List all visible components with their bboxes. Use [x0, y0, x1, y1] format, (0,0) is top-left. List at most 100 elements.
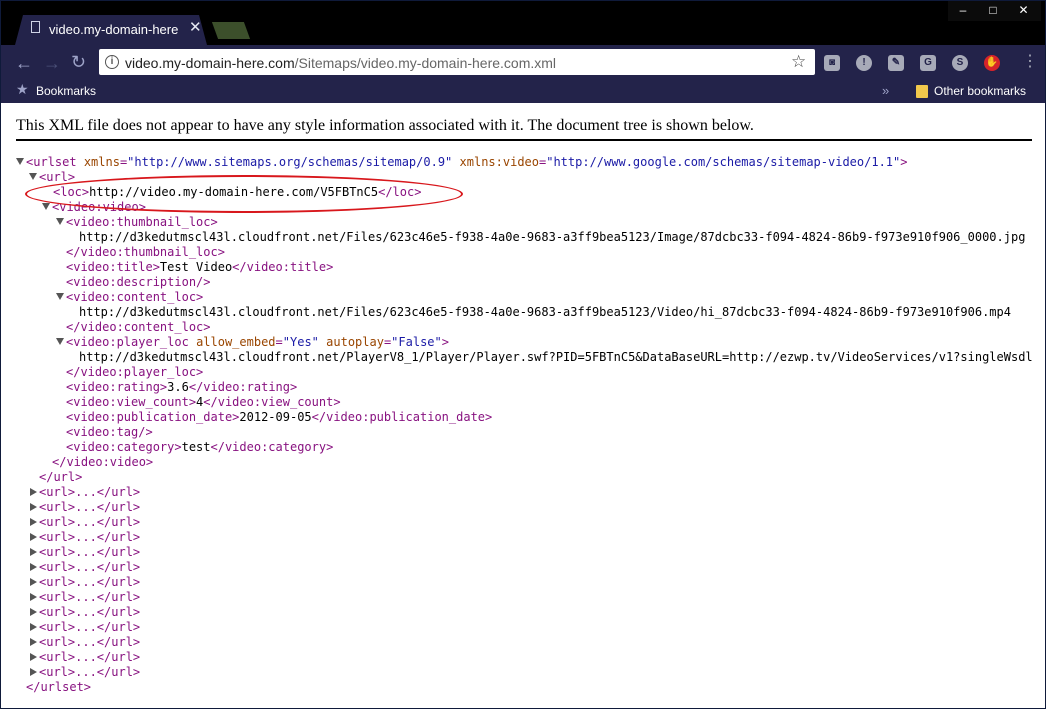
- url-text[interactable]: video.my-domain-here.com/Sitemaps/video.…: [125, 55, 556, 71]
- collapse-urlset-toggle[interactable]: [16, 158, 24, 165]
- xml-player-value: http://d3kedutmscl43l.cloudfront.net/Pla…: [79, 350, 1033, 364]
- close-window-button[interactable]: ✕: [1006, 1, 1041, 21]
- tag: <video:publication_date>: [66, 410, 240, 424]
- bookmarks-star-icon: ★: [16, 81, 29, 97]
- xml-collapsed-url: <url>...</url>: [39, 635, 141, 649]
- attr-value: "False": [391, 335, 442, 349]
- xml-description: <video:description/>: [66, 275, 211, 289]
- menu-icon[interactable]: ⋮: [1022, 53, 1038, 71]
- tab-close-icon[interactable]: ✕: [189, 20, 202, 35]
- xml-collapsed-url: <url>...</url>: [39, 500, 141, 514]
- tag: <video:category>: [66, 440, 182, 454]
- xml-player-close: </video:player_loc>: [66, 365, 204, 379]
- xml-player-open: <video:player_loc allow_embed="Yes" auto…: [66, 335, 449, 349]
- bookmark-star-icon[interactable]: ☆: [791, 52, 806, 72]
- xml-collapsed-url: <url>...</url>: [39, 530, 141, 544]
- reload-icon[interactable]: ↻: [71, 53, 86, 71]
- folder-icon: [916, 85, 928, 98]
- g-ext-icon[interactable]: G: [920, 55, 936, 71]
- attr-value: "http://www.sitemaps.org/schemas/sitemap…: [127, 155, 453, 169]
- red-highlight-ellipse: [25, 175, 463, 213]
- skype-icon[interactable]: S: [952, 55, 968, 71]
- xml-view-count-line: <video:view_count>4</video:view_count>: [66, 395, 341, 410]
- bookmarks-button[interactable]: Bookmarks: [36, 84, 96, 98]
- category-value: test: [181, 440, 211, 454]
- expand-url-toggle[interactable]: [30, 563, 37, 571]
- expand-url-toggle[interactable]: [30, 668, 37, 676]
- xml-content-open: <video:content_loc>: [66, 290, 204, 304]
- expand-url-toggle[interactable]: [30, 533, 37, 541]
- rating-value: 3.6: [167, 380, 189, 394]
- expand-url-toggle[interactable]: [30, 578, 37, 586]
- attr-value: "http://www.google.com/schemas/sitemap-v…: [546, 155, 901, 169]
- maximize-button[interactable]: □: [978, 1, 1008, 21]
- xml-collapsed-url: <url>...</url>: [39, 560, 141, 574]
- info-icon[interactable]: i: [105, 55, 119, 69]
- tab-title[interactable]: video.my-domain-here.c: [49, 22, 179, 37]
- xml-thumbnail-value: http://d3kedutmscl43l.cloudfront.net/Fil…: [79, 230, 1026, 244]
- expand-url-toggle[interactable]: [30, 488, 37, 496]
- xml-collapsed-url: <url>...</url>: [39, 590, 141, 604]
- xml-tag: <video:tag/>: [66, 425, 153, 439]
- xml-collapsed-url: <url>...</url>: [39, 620, 141, 634]
- tag: </video:title>: [232, 260, 334, 274]
- attr: xmlns:video: [459, 155, 539, 169]
- collapse-video-toggle[interactable]: [42, 203, 50, 210]
- xml-style-message: This XML file does not appear to have an…: [16, 117, 754, 134]
- url-host: video.my-domain-here.com: [125, 55, 295, 71]
- tag: </video:view_count>: [203, 395, 341, 409]
- xml-url-close: </url>: [39, 470, 83, 484]
- expand-url-toggle[interactable]: [30, 503, 37, 511]
- info-circle-icon[interactable]: !: [856, 55, 872, 71]
- attr: autoplay: [326, 335, 384, 349]
- xml-collapsed-url: <url>...</url>: [39, 485, 141, 499]
- expand-url-toggle[interactable]: [30, 518, 37, 526]
- xml-collapsed-url: <url>...</url>: [39, 515, 141, 529]
- back-arrow-icon[interactable]: ←: [15, 54, 33, 72]
- expand-url-toggle[interactable]: [30, 653, 37, 661]
- title-value: Test Video: [159, 260, 233, 274]
- other-bookmarks-button[interactable]: Other bookmarks: [934, 84, 1026, 98]
- xml-category-line: <video:category>test</video:category>: [66, 440, 333, 455]
- xml-collapsed-url: <url>...</url>: [39, 575, 141, 589]
- collapse-content-toggle[interactable]: [56, 293, 64, 300]
- xml-content-close: </video:content_loc>: [66, 320, 211, 334]
- xml-collapsed-url: <url>...</url>: [39, 605, 141, 619]
- tag: <video:player_loc: [66, 335, 189, 349]
- collapse-thumbnail-toggle[interactable]: [56, 218, 64, 225]
- xml-rating-line: <video:rating>3.6</video:rating>: [66, 380, 297, 395]
- tag: <urlset: [26, 155, 77, 169]
- expand-url-toggle[interactable]: [30, 608, 37, 616]
- forward-arrow-icon[interactable]: →: [43, 54, 61, 72]
- xml-thumbnail-close: </video:thumbnail_loc>: [66, 245, 225, 259]
- tag: <video:view_count>: [66, 395, 197, 409]
- adblock-icon[interactable]: ✋: [984, 55, 1000, 71]
- more-bookmarks-button[interactable]: »: [882, 83, 889, 98]
- tag: </video:publication_date>: [311, 410, 493, 424]
- xml-content-value: http://d3kedutmscl43l.cloudfront.net/Fil…: [79, 305, 1011, 319]
- camera-icon[interactable]: ◙: [824, 55, 840, 71]
- tag: <video:rating>: [66, 380, 168, 394]
- xml-thumbnail-open: <video:thumbnail_loc>: [66, 215, 218, 229]
- browser-window: video.my-domain-here.c ✕ – □ ✕ ← → ↻ i v…: [0, 0, 1046, 709]
- tag: </video:category>: [210, 440, 334, 454]
- expand-url-toggle[interactable]: [30, 623, 37, 631]
- document-icon: [31, 21, 40, 33]
- tag: </video:rating>: [188, 380, 298, 394]
- url-path: /Sitemaps/video.my-domain-here.com.xml: [294, 55, 557, 71]
- attr: xmlns: [83, 155, 120, 169]
- new-tab-button[interactable]: [211, 22, 251, 39]
- minimize-button[interactable]: –: [948, 1, 978, 21]
- collapse-player-toggle[interactable]: [56, 338, 64, 345]
- expand-url-toggle[interactable]: [30, 593, 37, 601]
- expand-url-toggle[interactable]: [30, 638, 37, 646]
- bookmark-ext-icon[interactable]: ✎: [888, 55, 904, 71]
- expand-url-toggle[interactable]: [30, 548, 37, 556]
- collapse-url-toggle[interactable]: [29, 173, 37, 180]
- publication-date-value: 2012-09-05: [239, 410, 312, 424]
- xml-urlset-close: </urlset>: [26, 680, 92, 694]
- xml-title-line: <video:title>Test Video</video:title>: [66, 260, 333, 275]
- xml-video-close: </video:video>: [52, 455, 154, 469]
- xml-urlset-open: <urlset xmlns="http://www.sitemaps.org/s…: [26, 155, 908, 169]
- xml-collapsed-url: <url>...</url>: [39, 665, 141, 679]
